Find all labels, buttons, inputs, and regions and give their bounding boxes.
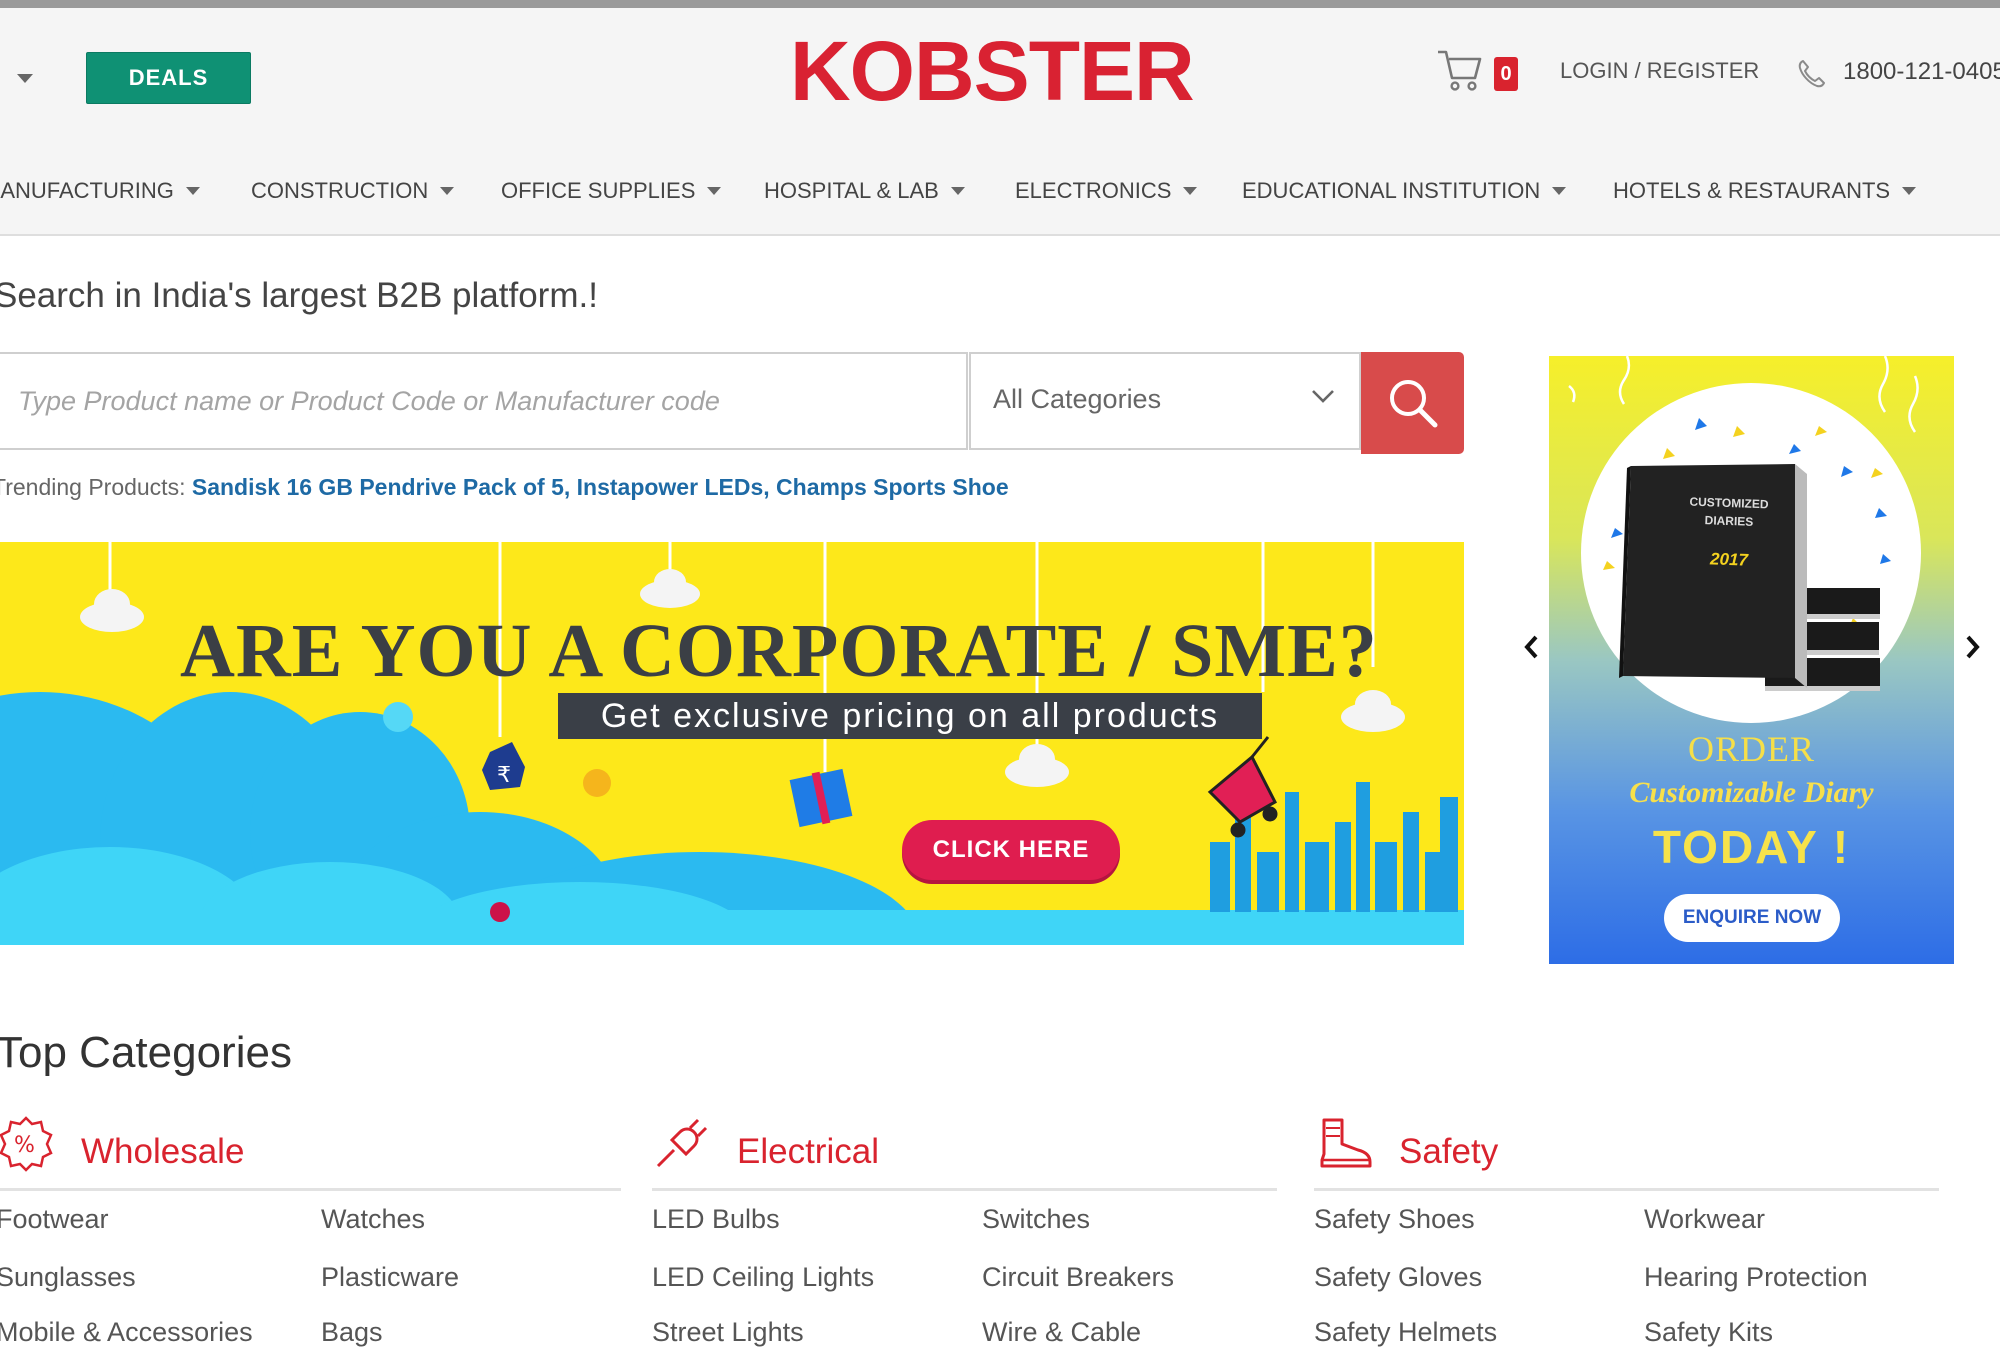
svg-text:%: % [14, 1133, 35, 1158]
banner-illustration: ₹ [0, 542, 1464, 945]
login-register-link[interactable]: LOGIN / REGISTER [1560, 58, 1759, 84]
search-button[interactable] [1361, 352, 1464, 454]
percent-badge-icon: % [0, 1116, 53, 1172]
banner-headline: ARE YOU A CORPORATE / SME? [180, 609, 1378, 693]
kobster-logo[interactable]: KOBSTER [790, 26, 1195, 116]
category-select-value: All Categories [993, 384, 1162, 414]
nav-item-office-supplies[interactable]: OFFICE SUPPLIES [501, 178, 722, 204]
search-box [0, 352, 968, 450]
nav-item-label: MANUFACTURING [0, 178, 174, 203]
caret-down-icon [707, 187, 722, 195]
nav-item-hotels-restaurants[interactable]: HOTELS & RESTAURANTS [1613, 178, 1917, 204]
category-header[interactable]: Electrical [652, 1112, 1277, 1191]
nav-item-hospital-lab[interactable]: HOSPITAL & LAB [764, 178, 965, 204]
trending-link[interactable]: Sandisk 16 GB Pendrive Pack of 5 [192, 474, 564, 500]
banner-subline: Get exclusive pricing on all products [558, 693, 1262, 739]
category-item-link[interactable]: Sunglasses [0, 1262, 136, 1293]
category-item-link[interactable]: LED Bulbs [652, 1204, 780, 1235]
category-item-link[interactable]: Hearing Protection [1644, 1262, 1868, 1293]
category-item-link[interactable]: Circuit Breakers [982, 1262, 1174, 1293]
category-item-link[interactable]: LED Ceiling Lights [652, 1262, 874, 1293]
carousel-next-arrow-icon[interactable] [1960, 632, 1984, 662]
search-icon [1389, 380, 1437, 428]
chevron-down-icon [1312, 390, 1334, 403]
category-item-link[interactable]: Footwear [0, 1204, 109, 1235]
corporate-sme-banner[interactable]: ₹ ARE YOU A CORPORATE / SME? Get exclusi… [0, 542, 1464, 945]
ad-today-text: TODAY ! [1652, 821, 1851, 873]
category-select[interactable]: All Categories [969, 352, 1361, 450]
support-phone-number[interactable]: 1800-121-0405 [1843, 58, 2000, 86]
cart-icon [1438, 50, 1482, 91]
caret-down-icon [185, 187, 200, 195]
nav-item-manufacturing[interactable]: MANUFACTURING [0, 178, 200, 204]
nav-item-label: EDUCATIONAL INSTITUTION [1242, 178, 1541, 203]
diary-ad-banner[interactable]: CUSTOMIZED DIARIES 2017 ORDER Customizab… [1549, 356, 1954, 964]
nav-item-label: ELECTRONICS [1015, 178, 1172, 203]
search-input[interactable] [0, 354, 958, 448]
category-title: Electrical [737, 1132, 879, 1171]
safety-boot-icon [1320, 1118, 1372, 1168]
category-item-link[interactable]: Watches [321, 1204, 425, 1235]
svg-text:₹: ₹ [497, 763, 511, 788]
category-column-safety: Safety Safety Shoes Workwear Safety Glov… [1314, 1112, 1939, 1347]
enquire-now-button[interactable]: ENQUIRE NOW [1664, 894, 1840, 942]
ad-book-year: 2017 [1709, 549, 1749, 570]
trending-products: Trending Products: Sandisk 16 GB Pendriv… [0, 474, 1009, 501]
category-item-link[interactable]: Safety Shoes [1314, 1204, 1475, 1235]
category-item-link[interactable]: Workwear [1644, 1204, 1765, 1235]
trending-link[interactable]: Champs Sports Shoe [776, 474, 1009, 500]
top-border [0, 0, 2000, 8]
category-column-wholesale: % Wholesale Footwear Watches Sunglasses … [0, 1112, 621, 1347]
top-categories-heading: Top Categories [0, 1028, 292, 1077]
menu-dropdown-caret-icon[interactable] [17, 74, 33, 83]
ad-subtitle: Customizable Diary [1629, 776, 1874, 809]
category-header[interactable]: Safety [1314, 1112, 1939, 1191]
nav-item-label: CONSTRUCTION [251, 178, 429, 203]
phone-icon [1798, 60, 1825, 88]
nav-item-label: OFFICE SUPPLIES [501, 178, 696, 203]
trending-link[interactable]: Instapower LEDs [577, 474, 764, 500]
nav-item-label: HOTELS & RESTAURANTS [1613, 178, 1891, 203]
ad-order-text: ORDER [1687, 729, 1815, 769]
nav-item-construction[interactable]: CONSTRUCTION [251, 178, 455, 204]
category-item-link[interactable]: Switches [982, 1204, 1090, 1235]
category-item-link[interactable]: Plasticware [321, 1262, 459, 1293]
category-title: Wholesale [81, 1132, 245, 1171]
nav-item-educational-institution[interactable]: EDUCATIONAL INSTITUTION [1242, 178, 1567, 204]
plug-icon [656, 1118, 708, 1168]
search-heading: Search in India's largest B2B platform.! [0, 276, 598, 315]
category-title: Safety [1399, 1132, 1499, 1171]
nav-item-label: HOSPITAL & LAB [764, 178, 939, 203]
category-nav: MANUFACTURING CONSTRUCTION OFFICE SUPPLI… [0, 168, 2000, 218]
caret-down-icon [950, 187, 965, 195]
category-column-electrical: Electrical LED Bulbs Switches LED Ceilin… [652, 1112, 1277, 1347]
caret-down-icon [1552, 187, 1567, 195]
category-item-link[interactable]: Safety Gloves [1314, 1262, 1482, 1293]
banner-click-here-button[interactable]: CLICK HERE [902, 820, 1120, 880]
cart-count-badge[interactable]: 0 [1494, 57, 1518, 91]
caret-down-icon [1183, 187, 1198, 195]
caret-down-icon [1902, 187, 1917, 195]
category-header[interactable]: % Wholesale [0, 1112, 621, 1191]
site-header: DEALS KOBSTER 0 LOGIN / REGISTER 1800-12… [0, 8, 2000, 236]
caret-down-icon [440, 187, 455, 195]
deals-button[interactable]: DEALS [86, 52, 251, 104]
carousel-prev-arrow-icon[interactable] [1520, 632, 1544, 662]
trending-label: Trending Products: [0, 474, 186, 500]
nav-item-electronics[interactable]: ELECTRONICS [1015, 178, 1198, 204]
